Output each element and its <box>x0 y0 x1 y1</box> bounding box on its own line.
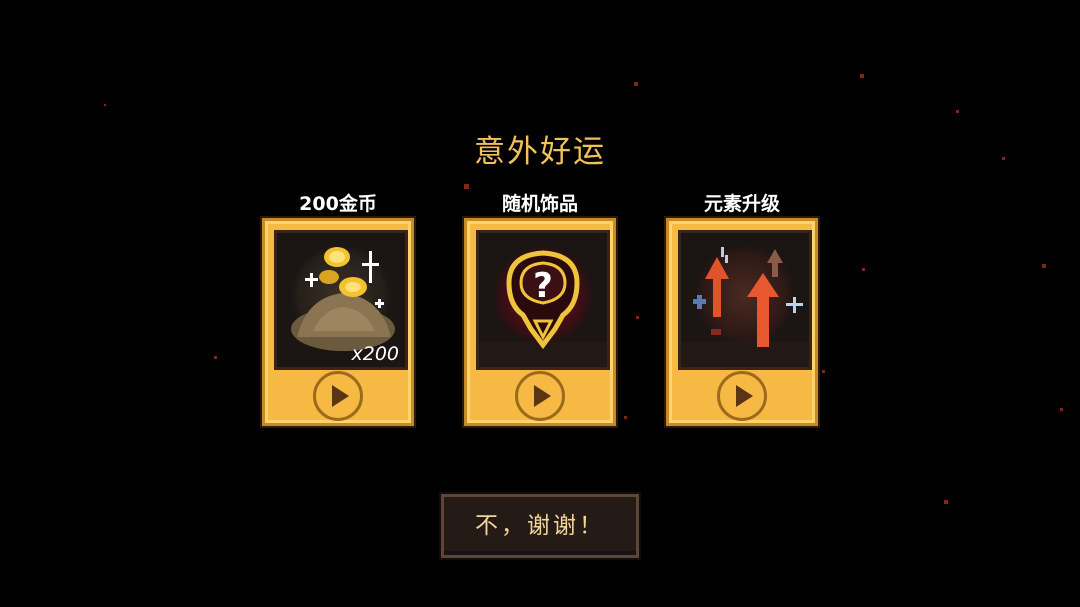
ember-particle <box>104 104 106 106</box>
ember-particle <box>956 110 959 113</box>
card-label-element: 元素升级 <box>703 193 780 215</box>
reward-card-gold[interactable]: x200 <box>262 218 414 426</box>
reward-card-trinket[interactable]: ? <box>464 218 616 426</box>
card-art-gold: x200 <box>274 230 408 370</box>
play-icon <box>534 385 551 407</box>
play-button-gold[interactable] <box>313 371 363 421</box>
card-art-trinket: ? <box>476 230 610 370</box>
ember-particle <box>822 370 825 373</box>
ember-particle <box>214 356 217 359</box>
ember-particle <box>624 416 627 419</box>
play-icon <box>332 385 349 407</box>
reward-amount: x200 <box>351 343 399 365</box>
reward-card-element[interactable] <box>666 218 818 426</box>
card-art-element <box>678 230 812 370</box>
ember-particle <box>636 316 639 319</box>
ember-particle <box>862 268 865 271</box>
card-label-gold: 200金币 <box>299 193 377 215</box>
mystery-trinket-icon: ? <box>506 250 580 350</box>
play-button-trinket[interactable] <box>515 371 565 421</box>
play-icon <box>736 385 753 407</box>
play-button-element[interactable] <box>717 371 767 421</box>
ember-particle <box>1060 408 1063 411</box>
ember-particle <box>860 74 864 78</box>
page-title: 意外好运 <box>474 134 606 170</box>
ember-particle <box>1042 264 1046 268</box>
ember-particle <box>944 500 948 504</box>
card-label-trinket: 随机饰品 <box>501 193 578 215</box>
svg-text:?: ? <box>533 266 553 306</box>
no-thanks-button[interactable]: 不，谢谢！ <box>441 494 639 558</box>
ember-particle <box>634 82 638 86</box>
element-upgrade-arrows-icon <box>693 247 803 347</box>
